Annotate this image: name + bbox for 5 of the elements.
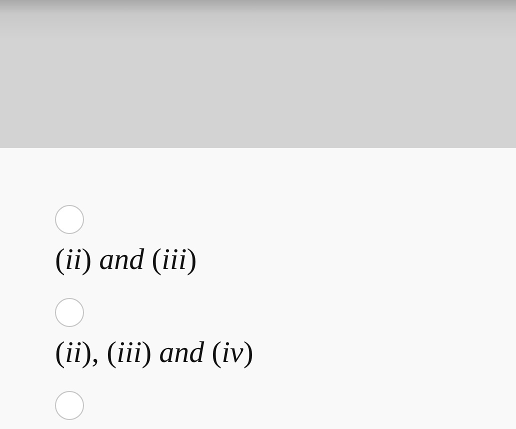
radio-button[interactable] bbox=[55, 298, 84, 327]
option-label: (ii), (iii) and (iv) bbox=[55, 335, 254, 371]
radio-button[interactable] bbox=[55, 205, 84, 234]
option-label: (ii) and (iii) bbox=[55, 242, 197, 278]
radio-button[interactable] bbox=[55, 391, 84, 420]
